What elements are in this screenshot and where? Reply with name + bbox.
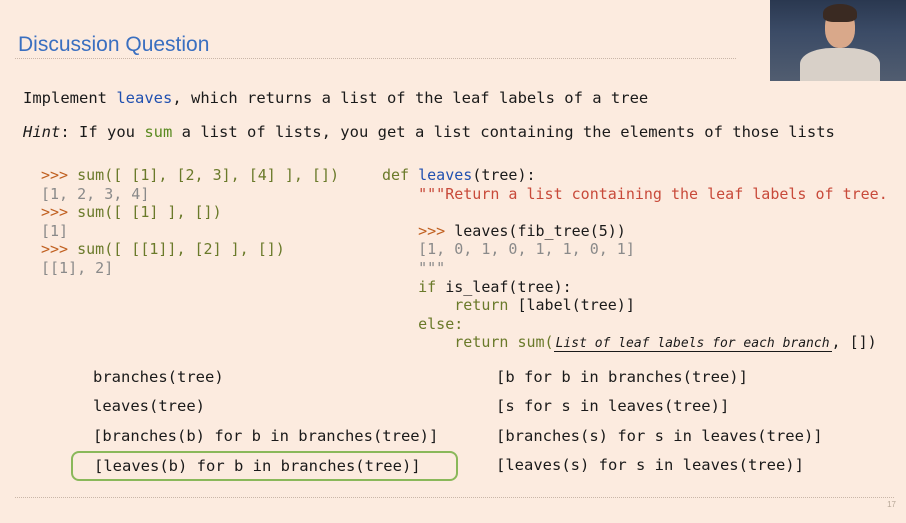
answer-blank[interactable]: List of leaf labels for each branch (553, 336, 832, 353)
docstring-line: """Return a list containing the leaf lab… (418, 184, 888, 203)
option-g[interactable]: [branches(s) for s in leaves(tree)] (496, 427, 823, 445)
doctest-output: [1, 0, 1, 0, 1, 1, 0, 1] (418, 240, 635, 259)
option-h[interactable]: [leaves(s) for s in leaves(tree)] (496, 456, 804, 474)
hint-text: Hint: If you sum a list of lists, you ge… (23, 123, 835, 141)
page-number: 17 (887, 500, 896, 509)
example-1-output: [1, 2, 3, 4] (41, 184, 150, 203)
option-f[interactable]: [s for s in leaves(tree)] (496, 397, 729, 415)
else-line: else: (418, 314, 464, 333)
doctest-call: >>> leaves(fib_tree(5)) (418, 221, 626, 240)
option-c[interactable]: [branches(b) for b in branches(tree)] (93, 427, 438, 445)
footer-divider (15, 497, 894, 498)
title-divider (15, 58, 736, 59)
def-line: def leaves(tree): (382, 166, 536, 184)
example-2-output: [1] (41, 221, 69, 240)
example-3-output: [[1], 2] (41, 258, 114, 277)
presenter-shirt (800, 48, 880, 81)
sum-examples: >>> sum([ [1], [2, 3], [4] ], []) [1, 2, … (41, 166, 339, 278)
example-1: >>> sum([ [1], [2, 3], [4] ], []) (41, 166, 340, 184)
if-line: if is_leaf(tree): (418, 277, 572, 296)
leaves-definition: def leaves(tree): """Return a list conta… (382, 166, 888, 353)
docstring-close: """ (418, 258, 446, 277)
example-3: >>> sum([ [[1]], [2] ], []) (41, 240, 285, 259)
presenter-video (770, 0, 906, 81)
example-2: >>> sum([ [1] ], []) (41, 203, 222, 222)
option-d-selected[interactable]: [leaves(b) for b in branches(tree)] (71, 451, 458, 481)
return-leaf-line: return [label(tree)] (454, 296, 635, 315)
return-sum-line: return sum(List of leaf labels for each … (454, 333, 877, 353)
presenter-hair (823, 4, 857, 22)
slide-title: Discussion Question (18, 33, 210, 56)
option-b[interactable]: leaves(tree) (93, 397, 205, 415)
intro-text: Implement leaves, which returns a list o… (23, 89, 649, 107)
option-a[interactable]: branches(tree) (93, 368, 224, 386)
option-e[interactable]: [b for b in branches(tree)] (496, 368, 748, 386)
